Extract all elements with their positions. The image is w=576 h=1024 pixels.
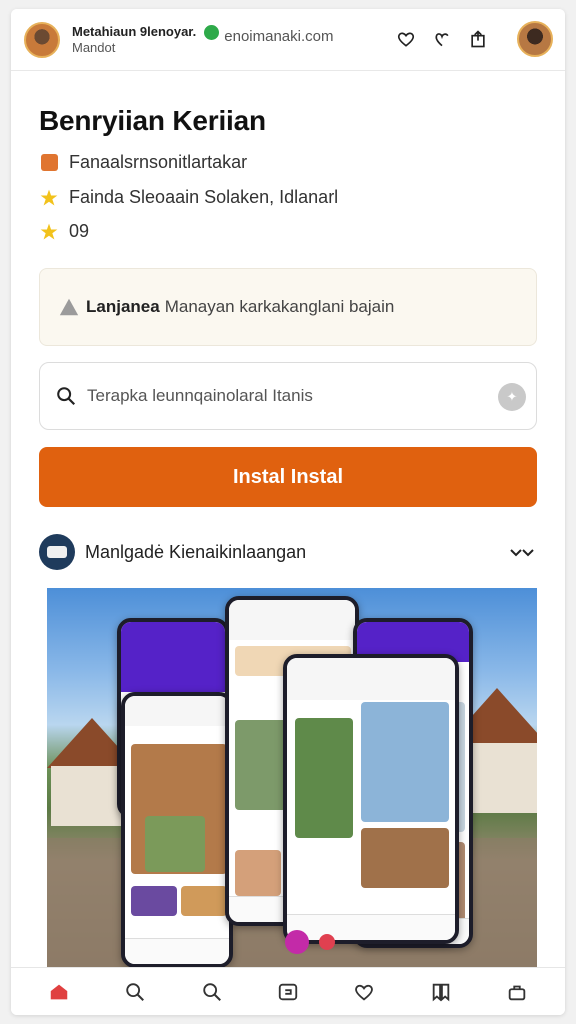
category-row: Fainda Sleoaain Solaken, Idlanarl — [39, 187, 338, 208]
developer-name[interactable]: Fanaalsrnsonitlartakar — [69, 152, 247, 173]
phone-mockup — [121, 692, 233, 968]
bookmark-icon[interactable] — [429, 980, 453, 1004]
grid-icon[interactable] — [276, 980, 300, 1004]
account-sub: Mandot — [72, 39, 116, 55]
screenshot-hero-image[interactable] — [47, 588, 537, 968]
verified-icon — [204, 25, 220, 40]
rating-value: 09 — [69, 221, 90, 241]
search-bar: ✦ — [39, 362, 537, 430]
section-header: Manlgadė Kienaikinlaangan — [39, 532, 537, 572]
share-icon[interactable] — [467, 28, 489, 50]
heart-icon[interactable] — [395, 28, 417, 50]
category-text: Fainda Sleoaain Solaken, Idlanarl — [69, 187, 339, 207]
install-button[interactable]: Instal Instal — [39, 447, 537, 507]
account-info[interactable]: Metahiaun 9lenoyar. Mandot — [72, 24, 196, 56]
section-title: Manlgadė Kienaikinlaangan — [85, 541, 307, 562]
profile-avatar[interactable] — [517, 21, 553, 57]
account-name: Metahiaun 9lenoyar. — [72, 23, 197, 39]
app-frame: Metahiaun 9lenoyar. Mandot enoimanaki.co… — [11, 9, 565, 1015]
notice-title: Lanjanea — [86, 297, 160, 316]
developer-icon — [39, 153, 59, 173]
app-title: Benryiian Keriian — [39, 105, 266, 136]
rating-row: 09 — [39, 221, 89, 242]
chevron-down-icon[interactable] — [509, 542, 535, 562]
domain-label: enoimanaki.com — [224, 28, 334, 45]
home-icon[interactable] — [47, 980, 71, 1004]
developer-row: Fanaalsrnsonitlartakar — [39, 152, 247, 173]
search-icon[interactable] — [123, 980, 147, 1004]
notice-box: Lanjanea Manayan karkakanglani bajain — [39, 268, 537, 346]
rating-star-icon — [39, 222, 59, 242]
search-input[interactable] — [87, 386, 487, 406]
notice-text: Manayan karkakanglani bajain — [164, 297, 395, 316]
bottom-nav — [11, 967, 565, 1015]
search-icon[interactable] — [200, 980, 224, 1004]
account-avatar[interactable] — [24, 21, 60, 58]
like-icon[interactable] — [431, 28, 453, 50]
bag-icon[interactable] — [505, 980, 529, 1004]
search-icon — [57, 387, 76, 406]
section-avatar — [39, 534, 75, 570]
warning-icon — [59, 298, 79, 316]
heart-icon[interactable] — [352, 980, 376, 1004]
star-icon — [39, 188, 59, 208]
top-bar: Metahiaun 9lenoyar. Mandot enoimanaki.co… — [11, 9, 565, 71]
phone-mockup — [283, 654, 459, 944]
clear-icon[interactable]: ✦ — [498, 383, 526, 411]
